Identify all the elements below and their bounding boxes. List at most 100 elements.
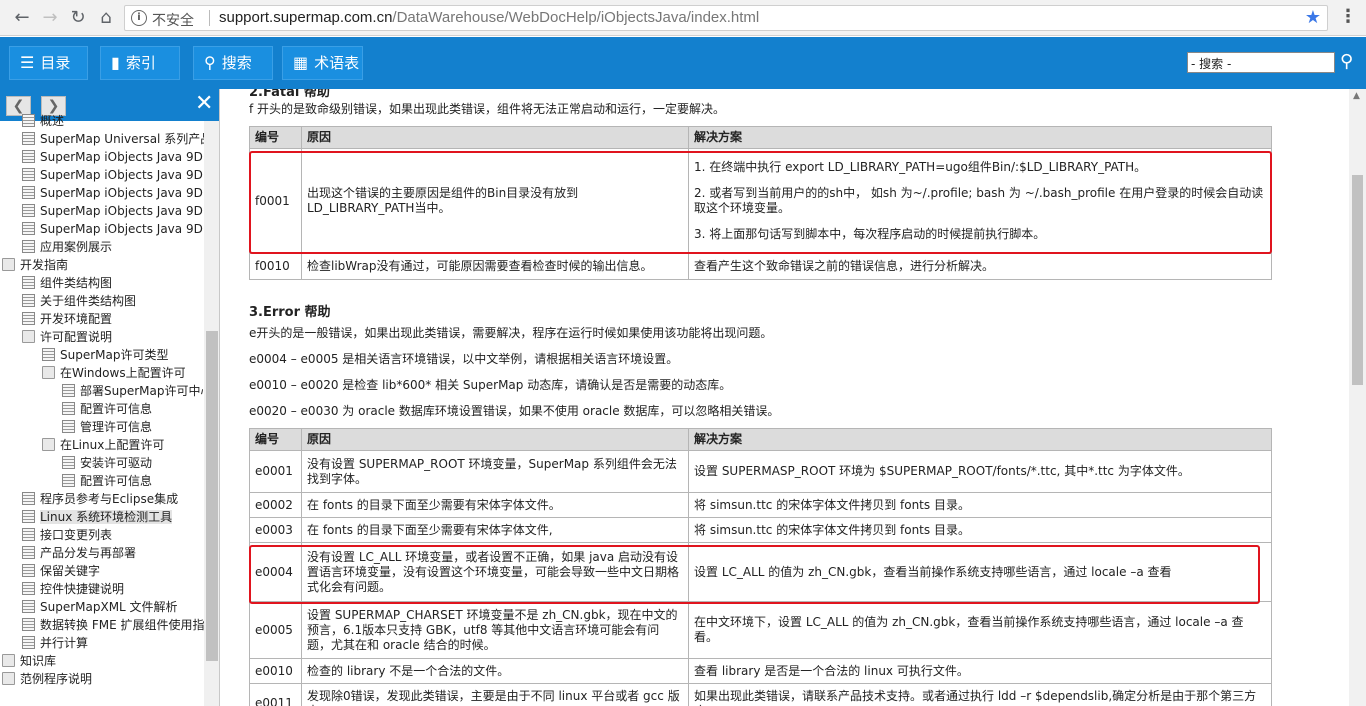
tree-item[interactable]: Linux 系统环境检测工具 — [22, 508, 204, 526]
info-icon[interactable]: i — [131, 10, 147, 26]
header-code: 编号 — [249, 428, 302, 451]
table-row: e0001 没有设置 SUPERMAP_ROOT 环境变量，SuperMap 系… — [249, 450, 1272, 493]
row-solution: 在中文环境下，设置 LC_ALL 的值为 zh_CN.gbk，查看当前操作系统支… — [688, 601, 1272, 659]
tree-item[interactable]: SuperMapXML 文件解析 — [22, 598, 204, 616]
tree-item[interactable]: 在Linux上配置许可 — [42, 436, 204, 454]
tree-item[interactable]: 配置许可信息 — [62, 472, 204, 490]
browser-menu-icon[interactable]: ⋮ — [1338, 6, 1358, 30]
row-code: e0005 — [249, 601, 302, 659]
reload-icon[interactable]: ↻ — [66, 6, 90, 30]
tree-item[interactable]: SuperMap iObjects Java 9D 许可 — [22, 148, 204, 166]
row-cause: 设置 SUPERMAP_CHARSET 环境变量不是 zh_CN.gbk，现在中… — [301, 601, 689, 659]
row-code: e0010 — [249, 658, 302, 684]
contents-button[interactable]: ☰ 目录 — [9, 46, 88, 80]
page-icon — [22, 114, 35, 127]
fatal-heading: 2.Fatal 帮助 — [249, 89, 330, 100]
contents-label: 目录 — [40, 54, 71, 72]
back-arrow-icon[interactable]: ← — [10, 6, 34, 30]
home-icon[interactable]: ⌂ — [94, 6, 118, 30]
table-row: e0010 检查的 library 不是一个合法的文件。 查看 library … — [249, 658, 1272, 684]
url-host: support.supermap.com.cn — [219, 9, 393, 26]
tree-item[interactable]: 保留关键字 — [22, 562, 204, 580]
row-cause: 没有设置 LC_ALL 环境变量，或者设置不正确，如果 java 启动没有设置语… — [301, 542, 689, 602]
toolbar-search-input[interactable]: - 搜索 - — [1187, 52, 1335, 73]
page-icon — [22, 150, 35, 163]
tree-item-label: 保留关键字 — [40, 564, 101, 578]
tree-item-label: 关于组件类结构图 — [40, 294, 137, 308]
sidebar-scrollbar[interactable] — [204, 121, 219, 706]
tree-item-label: SuperMap许可类型 — [60, 348, 169, 362]
page-icon — [22, 240, 35, 253]
tree-item[interactable]: SuperMap许可类型 — [42, 346, 204, 364]
row-cause: 检查的 library 不是一个合法的文件。 — [301, 658, 689, 684]
tree-item-label: 概述 — [40, 114, 65, 128]
sidebar-scroll-thumb[interactable] — [206, 331, 218, 661]
tree-item-label: 在Linux上配置许可 — [60, 438, 165, 452]
tree-item[interactable]: SuperMap iObjects Java 9D 模块 — [22, 184, 204, 202]
tree-item[interactable]: 应用案例展示 — [22, 238, 204, 256]
tree-item[interactable]: 概述 — [22, 112, 204, 130]
tree-item[interactable]: SuperMap iObjects Java 9D 主要 — [22, 166, 204, 184]
tree-item-label: SuperMap iObjects Java 9D 模块 — [40, 186, 204, 200]
tree-item-label: 开发指南 — [20, 258, 69, 272]
bookmark-star-icon[interactable]: ★ — [1305, 7, 1321, 28]
index-button[interactable]: ▮ 索引 — [100, 46, 180, 80]
fatal-table: 编号 原因 解决方案 f0001 出现这个错误的主要原因是组件的Bin目录没有放… — [249, 126, 1272, 280]
tree-item[interactable]: 接口变更列表 — [22, 526, 204, 544]
tree-item[interactable]: 配置许可信息 — [62, 400, 204, 418]
error-intro: e0004 – e0005 是相关语言环境错误，以中文举例，请根据相关语言环境设… — [249, 352, 679, 366]
tree-item[interactable]: SuperMap iObjects Java 9D 的L — [22, 220, 204, 238]
tree-item[interactable]: 范例程序说明 — [2, 670, 204, 688]
glossary-button[interactable]: ▦ 术语表 — [282, 46, 363, 80]
tree-item[interactable]: 开发指南 — [2, 256, 204, 274]
page-icon — [22, 528, 35, 541]
tree-item[interactable]: 许可配置说明 — [22, 328, 204, 346]
search-go-icon[interactable]: ⚲ — [1340, 51, 1353, 72]
folder-icon — [42, 366, 55, 379]
tree-item-label: 接口变更列表 — [40, 528, 113, 542]
folder-icon — [2, 258, 15, 271]
solution-step: 2. 或者写到当前用户的的sh中， 如sh 为~/.profile; bash … — [694, 186, 1264, 215]
tree-item[interactable]: 产品分发与再部署 — [22, 544, 204, 562]
row-code: f0010 — [249, 253, 302, 280]
tree-item[interactable]: 知识库 — [2, 652, 204, 670]
table-row: e0005 设置 SUPERMAP_CHARSET 环境变量不是 zh_CN.g… — [249, 601, 1272, 659]
error-heading: 3.Error 帮助 — [249, 305, 331, 320]
tree-item-label: 安装许可驱动 — [80, 456, 153, 470]
tree-item-label: 配置许可信息 — [80, 474, 153, 488]
tree-item[interactable]: 数据转换 FME 扩展组件使用指 — [22, 616, 204, 634]
tree-item-label: 应用案例展示 — [40, 240, 113, 254]
tree-item-label: 产品分发与再部署 — [40, 546, 137, 560]
row-solution: 设置 LC_ALL 的值为 zh_CN.gbk，查看当前操作系统支持哪些语言，通… — [688, 542, 1272, 602]
tree-item[interactable]: SuperMap Universal 系列产品新 — [22, 130, 204, 148]
tree-item[interactable]: 关于组件类结构图 — [22, 292, 204, 310]
tree-item[interactable]: 开发环境配置 — [22, 310, 204, 328]
content-scrollbar[interactable]: ▲ — [1349, 89, 1366, 706]
forward-arrow-icon[interactable]: → — [38, 6, 62, 30]
scroll-up-icon[interactable]: ▲ — [1353, 91, 1360, 101]
tree-item[interactable]: 并行计算 — [22, 634, 204, 652]
tree-item-label: 组件类结构图 — [40, 276, 113, 290]
tree-item[interactable]: 安装许可驱动 — [62, 454, 204, 472]
tree-item[interactable]: 部署SuperMap许可中心 — [62, 382, 204, 400]
search-button[interactable]: ⚲ 搜索 — [193, 46, 273, 80]
tree-item[interactable]: 控件快捷键说明 — [22, 580, 204, 598]
content-scroll-thumb[interactable] — [1352, 175, 1363, 385]
header-solution: 解决方案 — [688, 126, 1272, 149]
tree-item[interactable]: 管理许可信息 — [62, 418, 204, 436]
row-cause: 出现这个错误的主要原因是组件的Bin目录没有放到LD_LIBRARY_PATH当… — [301, 148, 689, 254]
address-bar[interactable]: i 不安全 support.supermap.com.cn/DataWareho… — [124, 5, 1328, 31]
url-text[interactable]: support.supermap.com.cn/DataWarehouse/We… — [219, 9, 759, 26]
page-icon — [22, 294, 35, 307]
tree-item-label: 程序员参考与Eclipse集成 — [40, 492, 179, 506]
row-solution: 1. 在终端中执行 export LD_LIBRARY_PATH=ugo组件Bi… — [688, 148, 1272, 254]
tree-item[interactable]: 组件类结构图 — [22, 274, 204, 292]
row-solution: 如果出现此类错误，请联系产品技术支持。或者通过执行 ldd –r $depend… — [688, 683, 1272, 706]
tree-item[interactable]: 在Windows上配置许可 — [42, 364, 204, 382]
tree-item-label: 管理许可信息 — [80, 420, 153, 434]
tree-item[interactable]: 程序员参考与Eclipse集成 — [22, 490, 204, 508]
page-icon — [42, 348, 55, 361]
tree-item[interactable]: SuperMap iObjects Java 9D 主要 — [22, 202, 204, 220]
page-icon — [62, 456, 75, 469]
solution-step: 1. 在终端中执行 export LD_LIBRARY_PATH=ugo组件Bi… — [694, 160, 1147, 174]
